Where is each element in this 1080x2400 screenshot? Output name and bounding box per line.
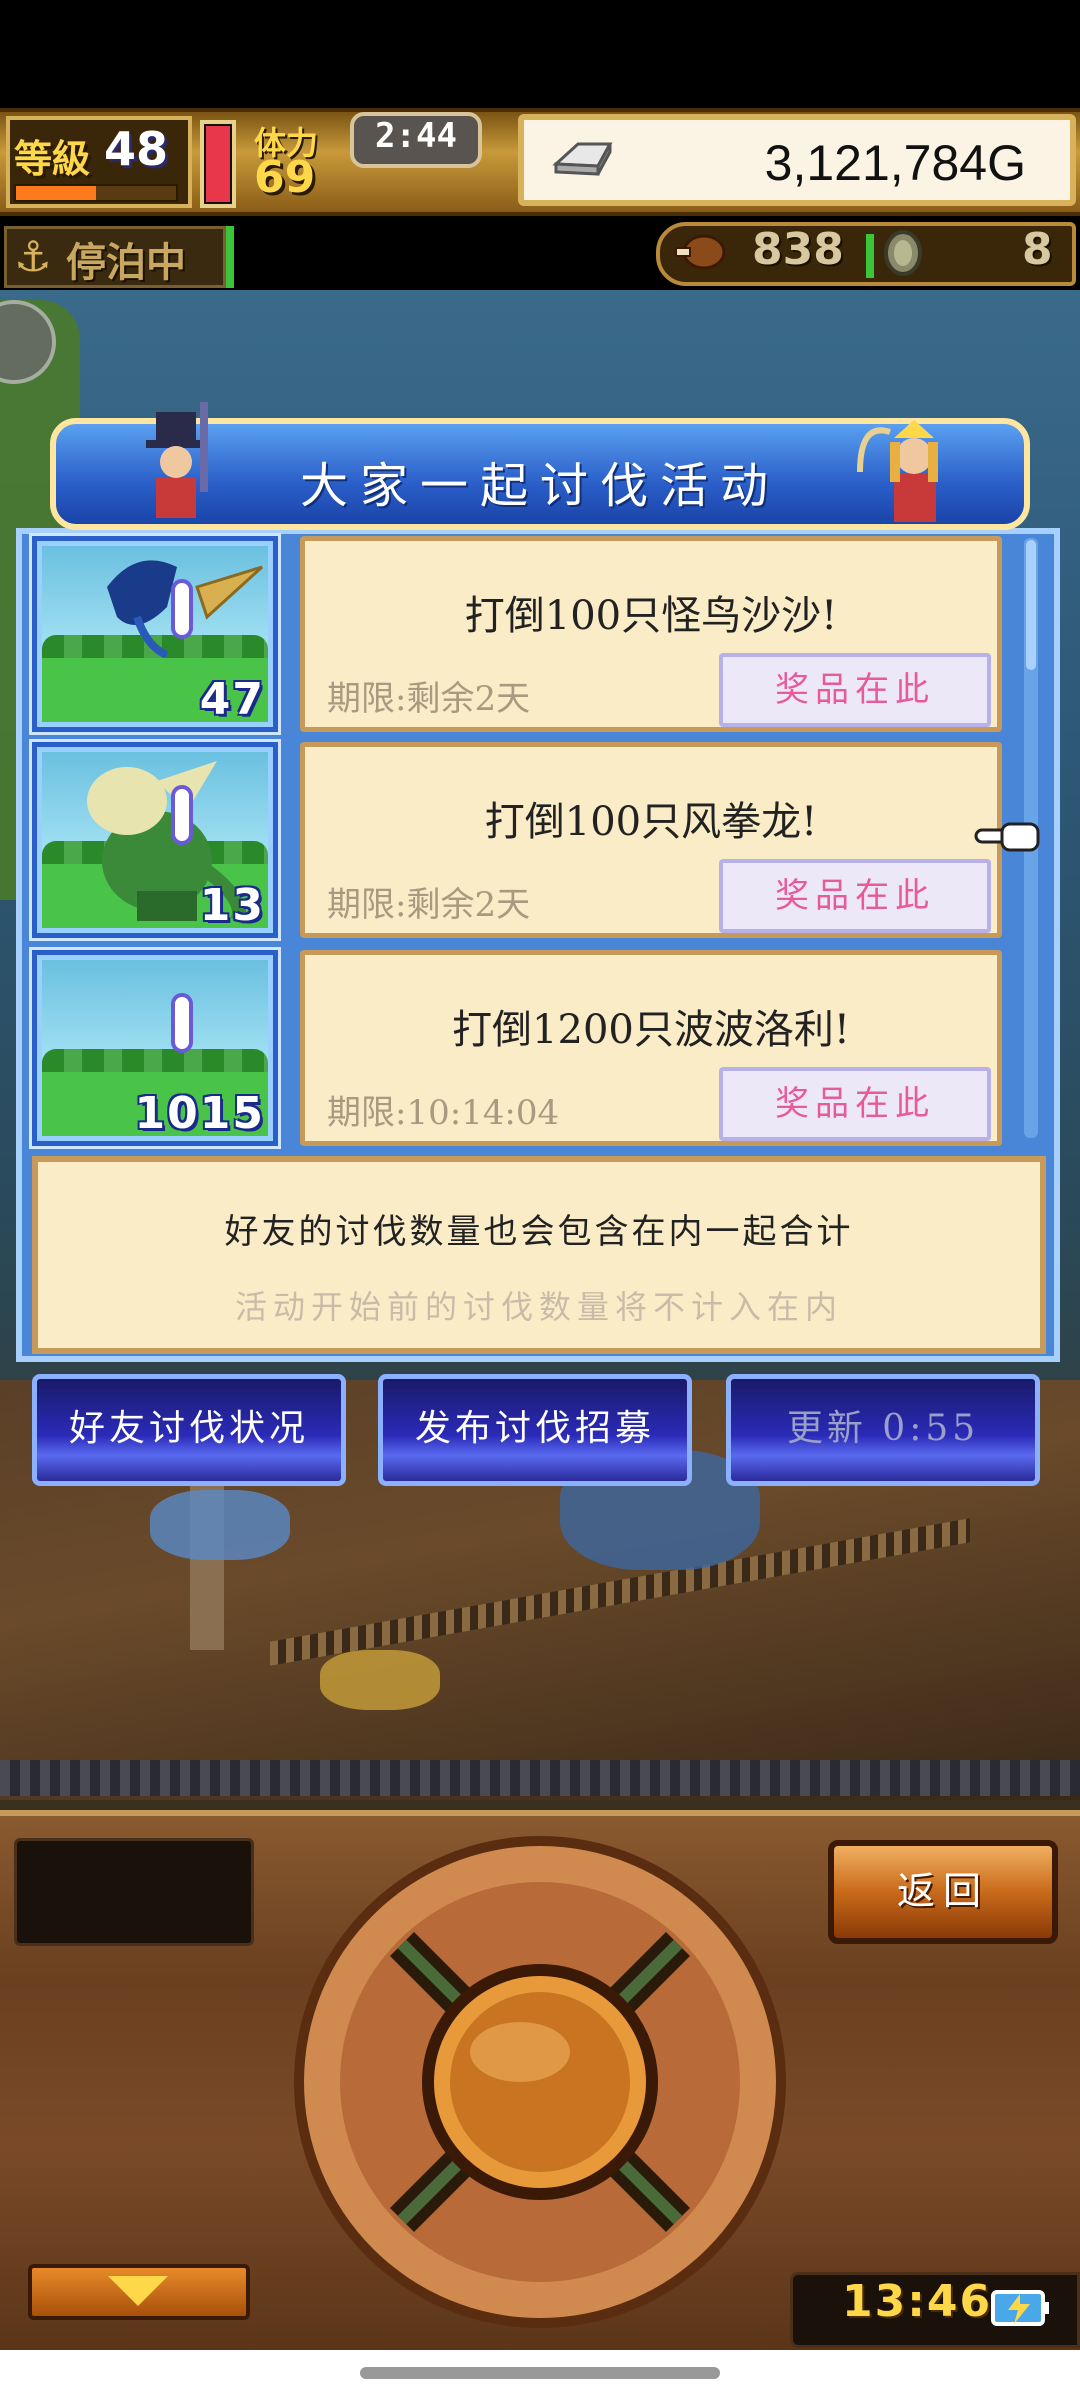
quest-title: 打倒100只风拳龙!	[484, 799, 818, 845]
quest-deadline: 期限:剩余2天	[327, 679, 531, 719]
captain-character-icon	[146, 402, 208, 518]
anchor-icon: ⚓	[14, 232, 52, 281]
prize-button[interactable]: 奖品在此	[719, 653, 991, 727]
return-button[interactable]: 返回	[828, 1840, 1058, 1944]
level-value: 48	[104, 122, 169, 176]
game-clock: 13:46	[842, 2276, 993, 2327]
prize-button[interactable]: 奖品在此	[719, 859, 991, 933]
level-label: 等級	[14, 137, 91, 181]
home-gesture-bar[interactable]	[360, 2367, 720, 2379]
gold-amount: 3,121,784G	[764, 135, 1026, 191]
deck-monster-sprite[interactable]	[150, 1490, 290, 1560]
resource-divider	[866, 234, 874, 278]
alert-exclamation-icon	[171, 785, 193, 845]
stamina-gauge-fill	[206, 126, 230, 202]
down-arrow-icon	[108, 2276, 168, 2306]
docked-status-label: 停泊中	[66, 240, 186, 286]
ship-hull-rail	[0, 1760, 1080, 1796]
prize-button[interactable]: 奖品在此	[719, 1067, 991, 1141]
exp-bar-fill	[16, 186, 96, 200]
quest-title: 打倒1200只波波洛利!	[452, 1007, 850, 1053]
docked-indicator	[226, 226, 234, 288]
quest-kill-count: 13	[199, 880, 265, 931]
event-note-sub: 活动开始前的讨伐数量将不计入在内	[234, 1288, 843, 1326]
quest-monster-portrait: 47	[29, 533, 281, 735]
alert-exclamation-icon	[171, 579, 193, 639]
quest-kill-count: 1015	[134, 1088, 265, 1139]
quest-deadline: 期限:剩余2天	[327, 885, 531, 925]
quest-card[interactable]: 打倒100只风拳龙! 期限:剩余2天 奖品在此	[300, 742, 1002, 938]
event-note-main: 好友的讨伐数量也会包含在内一起合计	[224, 1212, 854, 1252]
quest-kill-count: 47	[199, 674, 265, 725]
post-hunt-recruit-button[interactable]: 发布讨伐招募	[378, 1374, 692, 1486]
medal-coin-icon	[884, 230, 922, 276]
stamina-value: 69	[254, 152, 316, 203]
quest-list-scroll-thumb[interactable]	[1026, 540, 1036, 670]
meat-count: 838	[752, 224, 844, 275]
directional-pad[interactable]	[290, 1832, 790, 2332]
quest-title: 打倒100只怪鸟沙沙!	[464, 593, 838, 639]
pointing-hand-icon	[974, 822, 1040, 852]
friend-hunt-status-button[interactable]: 好友讨伐状况	[32, 1374, 346, 1486]
quest-monster-portrait: 1015	[29, 947, 281, 1149]
quest-card[interactable]: 打倒100只怪鸟沙沙! 期限:剩余2天 奖品在此	[300, 536, 1002, 732]
medal-count: 8	[1022, 224, 1053, 275]
quest-card[interactable]: 打倒1200只波波洛利! 期限:10:14:04 奖品在此	[300, 950, 1002, 1146]
empty-slot	[14, 1838, 254, 1946]
quest-monster-portrait: 13	[29, 739, 281, 941]
battery-charging-icon	[991, 2290, 1049, 2326]
princess-character-icon	[857, 420, 938, 522]
deck-monster-sprite[interactable]	[320, 1650, 440, 1710]
refresh-button[interactable]: 更新 0:55	[726, 1374, 1040, 1486]
alert-exclamation-icon	[171, 993, 193, 1053]
meat-icon	[675, 234, 726, 270]
stamina-timer: 2:44	[375, 116, 457, 156]
system-status-bar	[0, 0, 1080, 108]
quest-deadline: 期限:10:14:04	[327, 1093, 560, 1133]
